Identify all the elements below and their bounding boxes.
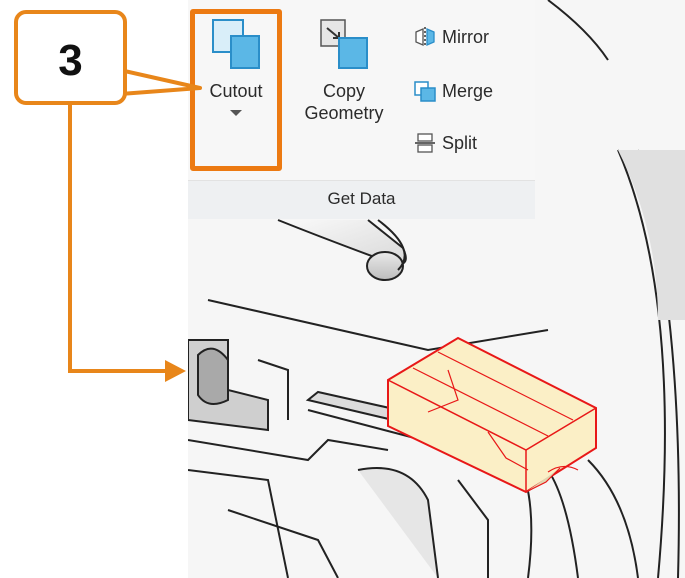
step-callout: 3 — [14, 10, 127, 105]
step-number: 3 — [58, 36, 83, 85]
arrow-head-icon — [165, 360, 186, 382]
